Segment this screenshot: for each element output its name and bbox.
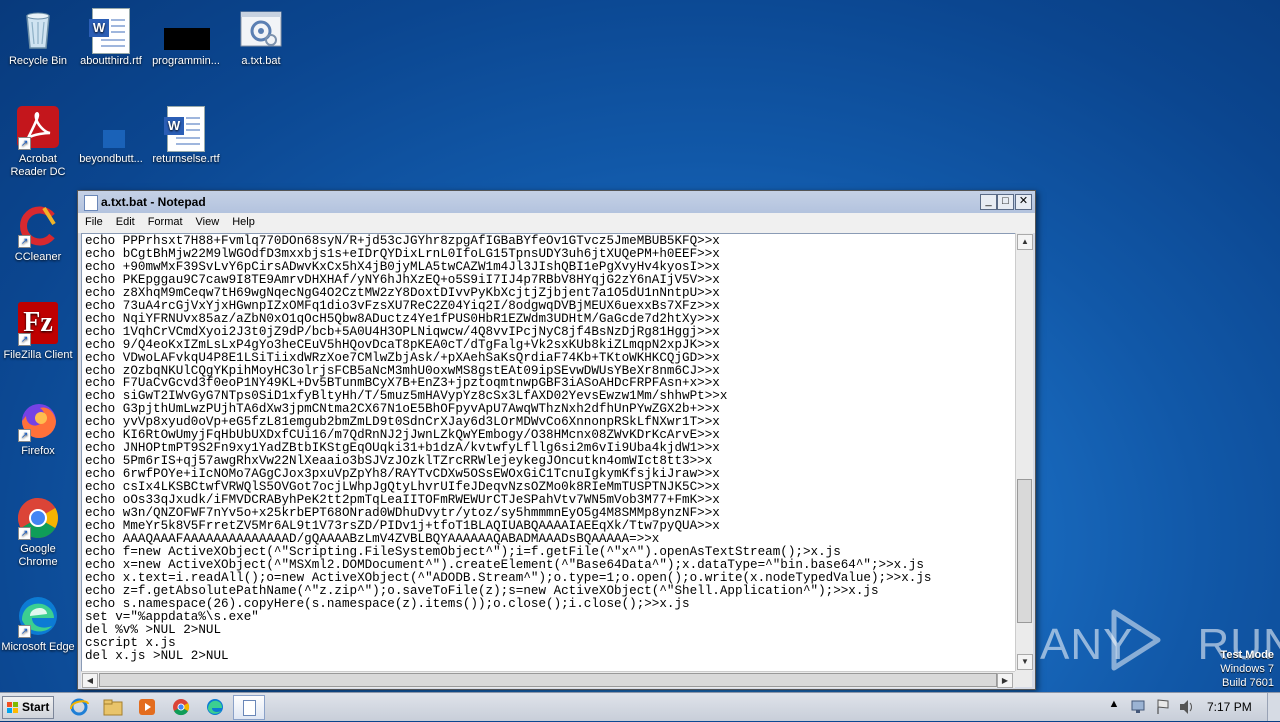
minimize-button[interactable]: _ [980,194,997,210]
menu-view[interactable]: View [189,213,226,228]
tray-volume-icon[interactable] [1176,697,1198,717]
horizontal-scroll-thumb[interactable] [99,673,997,687]
desktop-icon-label: Recycle Bin [8,55,68,67]
desktop-icon-label: a.txt.bat [241,55,281,67]
word-document-icon: W [89,8,133,54]
anyrun-play-icon [1111,609,1161,671]
acrobat-icon: ↗ [16,106,60,150]
taskbar: Start ▲ 7:17 PM [0,692,1280,721]
show-desktop-button[interactable] [1267,693,1280,721]
black-file-icon [164,8,210,52]
menu-file[interactable]: File [78,213,109,228]
desktop-icon-label: returnselse.rtf [152,153,220,165]
media-player-taskbar-icon[interactable] [136,697,158,717]
desktop-icon-a-txt-bat[interactable]: a.txt.bat [223,8,299,68]
tray-chevron-icon[interactable]: ▲ [1108,698,1120,718]
menu-help[interactable]: Help [225,213,261,228]
desktop-icon-ccleaner[interactable]: ↗ CCleaner [0,204,76,264]
test-mode-label: Test Mode [1220,649,1274,661]
blank-file-icon [89,106,133,150]
desktop-icon-label: FileZilla Client [3,349,73,361]
maximize-button[interactable]: □ [997,194,1014,210]
desktop-icon-returnselse[interactable]: W returnselse.rtf [148,106,224,166]
desktop-icon-label: beyondbutt... [79,153,143,165]
tray-flag-icon[interactable] [1152,697,1174,717]
scroll-down-arrow-icon[interactable]: ▼ [1017,654,1033,670]
desktop-icon-firefox[interactable]: ↗ Firefox [0,398,76,458]
scroll-left-arrow-icon[interactable]: ◀ [82,673,98,688]
desktop-icon-label: Acrobat Reader DC [10,153,66,178]
desktop-icon-chrome[interactable]: ↗ Google Chrome [0,496,76,569]
desktop-icon-label: aboutthird.rtf [80,55,142,67]
desktop-icon-acrobat[interactable]: ↗ Acrobat Reader DC [0,106,76,179]
windows-logo-icon [7,702,18,713]
text-editor[interactable]: echo PPPrhsxt7H88+Fvmlq770DOn68syN/R+jd5… [81,233,1016,673]
shortcut-arrow-icon: ↗ [18,235,31,248]
edge-taskbar-icon[interactable] [204,697,226,717]
word-document-icon: W [164,106,208,152]
shortcut-arrow-icon: ↗ [18,137,31,150]
scroll-up-arrow-icon[interactable]: ▲ [1017,234,1033,250]
vertical-scroll-thumb[interactable] [1017,479,1032,623]
recycle-bin-icon [16,8,60,52]
vertical-scrollbar[interactable]: ▲ ▼ [1015,233,1033,671]
desktop-icon-label: Google Chrome [18,543,58,568]
horizontal-scrollbar[interactable]: ◀ ▶ [81,671,1015,688]
window-title: a.txt.bat - Notepad [101,195,206,209]
taskbar-clock[interactable]: 7:17 PM [1207,700,1252,714]
chrome-taskbar-icon[interactable] [170,697,192,717]
desktop-icon-filezilla[interactable]: Fz ↗ FileZilla Client [0,302,76,362]
ccleaner-icon: ↗ [16,204,60,248]
shortcut-arrow-icon: ↗ [18,429,31,442]
scroll-right-arrow-icon[interactable]: ▶ [997,673,1013,688]
desktop-icon-programmin[interactable]: programmin... [148,8,224,68]
window-titlebar[interactable]: a.txt.bat - Notepad _ □ ✕ [78,191,1035,213]
desktop-icon-label: Microsoft Edge [1,641,75,653]
close-button[interactable]: ✕ [1015,194,1032,210]
notepad-icon [243,700,256,716]
menu-bar: File Edit Format View Help [78,213,1035,233]
edge-icon: ↗ [16,594,60,638]
windows-version-label: Windows 7 [1220,663,1274,675]
desktop-icon-edge[interactable]: ↗ Microsoft Edge [0,594,76,654]
desktop-icon-aboutthird[interactable]: W aboutthird.rtf [73,8,149,68]
shortcut-arrow-icon: ↗ [18,333,31,346]
desktop-icon-label: CCleaner [14,251,62,263]
menu-format[interactable]: Format [141,213,189,228]
notepad-window[interactable]: a.txt.bat - Notepad _ □ ✕ File Edit Format… [77,190,1036,690]
ie-taskbar-icon[interactable] [68,697,90,717]
start-button[interactable]: Start [2,696,54,719]
notepad-taskbar-button[interactable] [233,695,265,720]
shortcut-arrow-icon: ↗ [18,527,31,540]
filezilla-icon: Fz ↗ [16,302,60,346]
batch-file-icon [239,8,283,52]
desktop-icon-recycle-bin[interactable]: Recycle Bin [0,8,76,68]
desktop-icon-label: programmin... [152,55,220,67]
windows-version-info: Test Mode Windows 7 Build 7601 [1220,648,1274,690]
desktop-icon-label: Firefox [21,445,55,457]
chrome-icon: ↗ [16,496,60,540]
editor-content[interactable]: echo PPPrhsxt7H88+Fvmlq770DOn68syN/R+jd5… [82,234,1015,662]
shortcut-arrow-icon: ↗ [18,625,31,638]
menu-edit[interactable]: Edit [109,213,141,228]
notepad-icon [84,195,98,211]
firefox-icon: ↗ [16,398,60,442]
desktop-icon-beyondbutt[interactable]: beyondbutt... [73,106,149,166]
tray-network-icon[interactable] [1128,697,1150,717]
start-label: Start [22,700,50,714]
explorer-taskbar-icon[interactable] [102,697,124,717]
build-label: Build 7601 [1222,677,1274,689]
resize-grip[interactable] [1015,671,1032,687]
